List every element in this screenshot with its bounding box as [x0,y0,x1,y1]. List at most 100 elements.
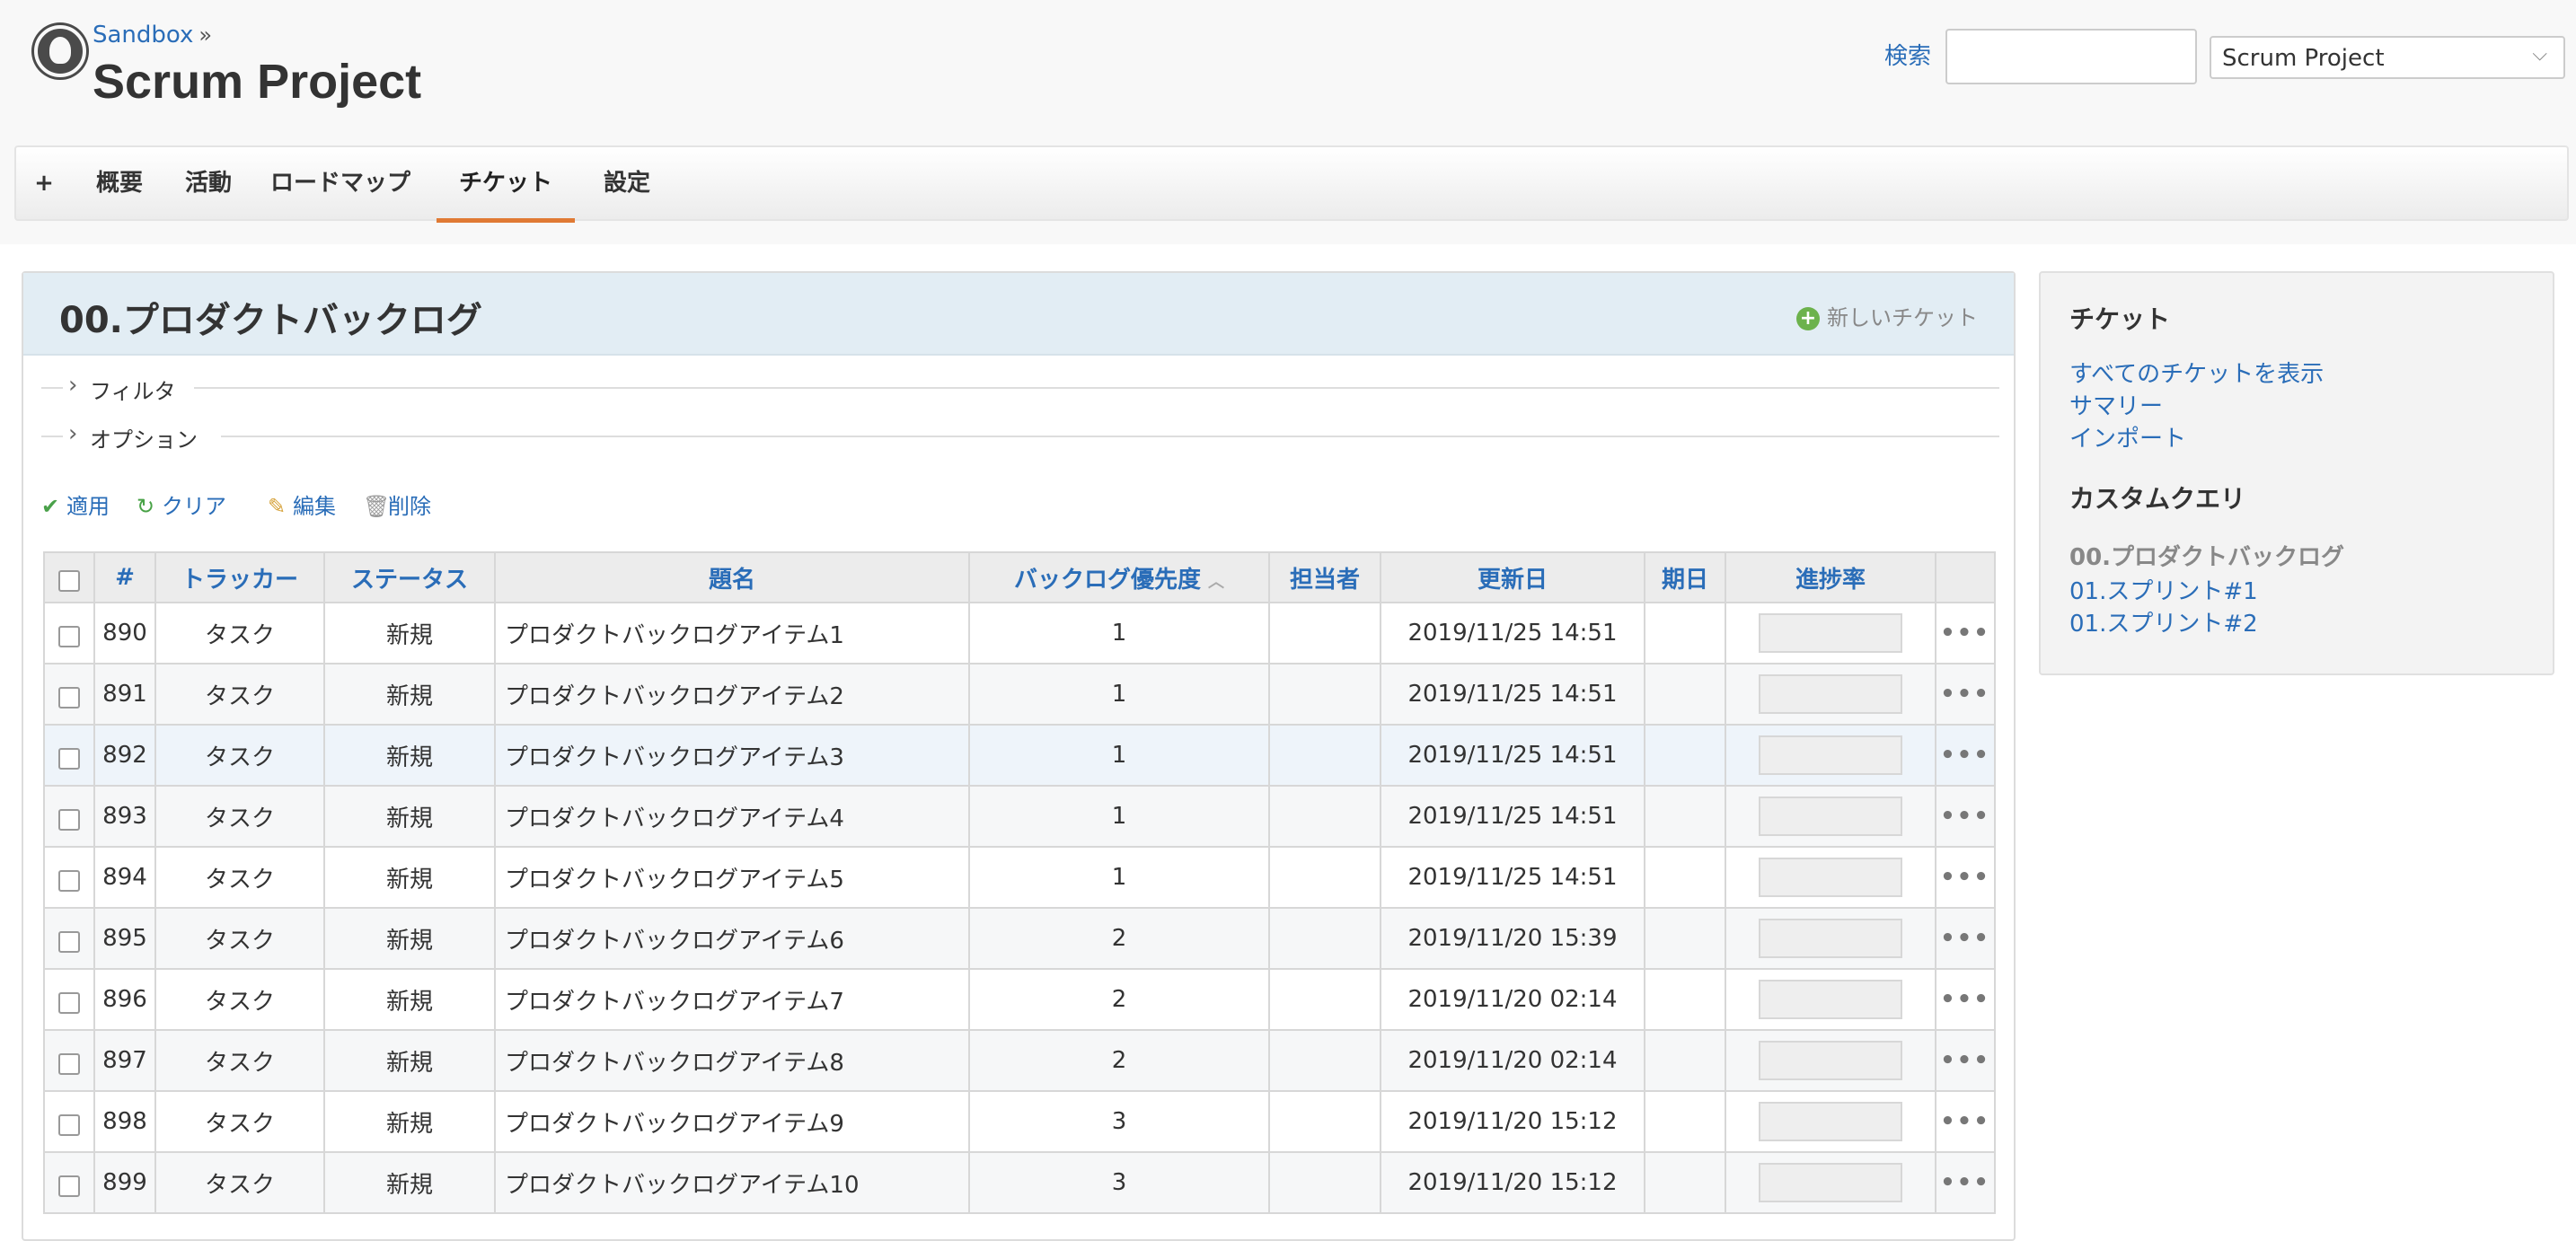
view-all-issues-link[interactable]: すべてのチケットを表示 [2069,356,2324,389]
issue-subject[interactable]: プロダクトバックログアイテム4 [494,785,970,848]
row-actions-cell[interactable]: ••• [1935,1029,1996,1092]
more-actions-icon[interactable]: ••• [1940,681,1990,708]
issue-subject[interactable]: プロダクトバックログアイテム7 [494,968,970,1031]
more-actions-icon[interactable]: ••• [1940,803,1990,830]
row-checkbox[interactable] [58,626,80,647]
issue-id[interactable]: 895 [93,907,156,970]
issue-subject[interactable]: プロダクトバックログアイテム10 [494,1151,970,1214]
row-checkbox[interactable] [58,1114,80,1136]
row-checkbox-cell[interactable] [43,785,95,848]
tab-overview[interactable]: 概要 [79,147,160,223]
issue-id[interactable]: 899 [93,1151,156,1214]
column-header-status[interactable]: ステータス [323,551,496,603]
more-actions-icon[interactable]: ••• [1940,1169,1990,1196]
row-actions-cell[interactable]: ••• [1935,1151,1996,1214]
sprint-2-query-link[interactable]: 01.スプリント#2 [2069,605,2258,638]
more-actions-icon[interactable]: ••• [1940,1108,1990,1135]
column-header-subject[interactable]: 題名 [494,551,970,603]
tab-issues[interactable]: チケット [437,147,575,223]
table-row[interactable]: 891 タスク 新規 プロダクトバックログアイテム2 1 2019/11/25 14:51… [43,663,1996,726]
row-actions-cell[interactable]: ••• [1935,846,1996,909]
new-issue-link[interactable]: + 新しいチケット [1796,300,1978,331]
row-checkbox-cell[interactable] [43,602,95,665]
import-link[interactable]: インポート [2069,420,2186,453]
table-row[interactable]: 893 タスク 新規 プロダクトバックログアイテム4 1 2019/11/25 14:51… [43,785,1996,848]
more-actions-icon[interactable]: ••• [1940,620,1990,647]
row-checkbox[interactable] [58,992,80,1014]
row-checkbox[interactable] [58,870,80,892]
row-checkbox[interactable] [58,1175,80,1197]
row-checkbox-cell[interactable] [43,846,95,909]
row-checkbox[interactable] [58,1053,80,1075]
more-actions-icon[interactable]: ••• [1940,1047,1990,1074]
clear-button[interactable]: ↻ クリア [137,488,226,520]
row-checkbox-cell[interactable] [43,1090,95,1153]
row-checkbox-cell[interactable] [43,1151,95,1214]
options-fieldset-toggle[interactable]: › オプション [41,420,1999,453]
issue-subject[interactable]: プロダクトバックログアイテム1 [494,602,970,665]
row-checkbox-cell[interactable] [43,724,95,787]
issue-id[interactable]: 896 [93,968,156,1031]
issue-subject[interactable]: プロダクトバックログアイテム6 [494,907,970,970]
issue-subject[interactable]: プロダクトバックログアイテム5 [494,846,970,909]
row-checkbox[interactable] [58,809,80,831]
issue-id[interactable]: 894 [93,846,156,909]
issue-id[interactable]: 891 [93,663,156,726]
row-actions-cell[interactable]: ••• [1935,602,1996,665]
tab-roadmap[interactable]: ロードマップ [257,147,424,223]
new-object-button[interactable]: + [29,147,59,223]
issue-id[interactable]: 890 [93,602,156,665]
more-actions-icon[interactable]: ••• [1940,864,1990,891]
search-link[interactable]: 検索 [1884,38,1931,71]
column-header-backlog-priority[interactable]: バックログ優先度 ︿ [968,551,1270,603]
row-actions-cell[interactable]: ••• [1935,663,1996,726]
table-row[interactable]: 894 タスク 新規 プロダクトバックログアイテム5 1 2019/11/25 14:51… [43,846,1996,909]
issue-id[interactable]: 893 [93,785,156,848]
row-checkbox[interactable] [58,931,80,953]
issue-subject[interactable]: プロダクトバックログアイテム9 [494,1090,970,1153]
table-row[interactable]: 898 タスク 新規 プロダクトバックログアイテム9 3 2019/11/20 15:12… [43,1090,1996,1153]
sprint-1-query-link[interactable]: 01.スプリント#1 [2069,573,2258,606]
more-actions-icon[interactable]: ••• [1940,742,1990,769]
row-actions-cell[interactable]: ••• [1935,907,1996,970]
table-row[interactable]: 895 タスク 新規 プロダクトバックログアイテム6 2 2019/11/20 15:39… [43,907,1996,970]
table-row[interactable]: 897 タスク 新規 プロダクトバックログアイテム8 2 2019/11/20 02:14… [43,1029,1996,1092]
row-actions-cell[interactable]: ••• [1935,1090,1996,1153]
apply-button[interactable]: ✔ 適用 [41,488,110,520]
filter-fieldset-toggle[interactable]: › フィルタ [41,372,1999,404]
select-all-checkbox-cell[interactable] [43,551,95,603]
row-checkbox-cell[interactable] [43,663,95,726]
issue-id[interactable]: 897 [93,1029,156,1092]
row-actions-cell[interactable]: ••• [1935,785,1996,848]
column-header-done-ratio[interactable]: 進捗率 [1725,551,1936,603]
issue-id[interactable]: 892 [93,724,156,787]
tab-settings[interactable]: 設定 [589,147,665,223]
delete-query-button[interactable]: 🗑削除 [363,488,431,520]
row-checkbox-cell[interactable] [43,968,95,1031]
more-actions-icon[interactable]: ••• [1940,925,1990,952]
project-jump-select[interactable]: Scrum Project ⌵ [2210,36,2565,79]
summary-link[interactable]: サマリー [2069,388,2163,421]
select-all-checkbox[interactable] [58,570,80,592]
column-header-id[interactable]: # [93,551,156,603]
row-checkbox[interactable] [58,748,80,770]
search-input[interactable] [1945,29,2197,84]
row-actions-cell[interactable]: ••• [1935,724,1996,787]
edit-query-button[interactable]: ✎ 編集 [268,488,336,520]
column-header-assignee[interactable]: 担当者 [1268,551,1381,603]
column-header-tracker[interactable]: トラッカー [154,551,325,603]
issue-subject[interactable]: プロダクトバックログアイテム3 [494,724,970,787]
more-actions-icon[interactable]: ••• [1940,986,1990,1013]
column-header-updated[interactable]: 更新日 [1380,551,1645,603]
row-actions-cell[interactable]: ••• [1935,968,1996,1031]
column-header-due-date[interactable]: 期日 [1644,551,1726,603]
table-row[interactable]: 892 タスク 新規 プロダクトバックログアイテム3 1 2019/11/25 14:51… [43,724,1996,787]
table-row[interactable]: 896 タスク 新規 プロダクトバックログアイテム7 2 2019/11/20 02:14… [43,968,1996,1031]
issue-id[interactable]: 898 [93,1090,156,1153]
row-checkbox-cell[interactable] [43,907,95,970]
row-checkbox[interactable] [58,687,80,709]
row-checkbox-cell[interactable] [43,1029,95,1092]
table-row[interactable]: 899 タスク 新規 プロダクトバックログアイテム10 3 2019/11/20 15:1… [43,1151,1996,1214]
tab-activity[interactable]: 活動 [171,147,246,223]
issue-subject[interactable]: プロダクトバックログアイテム2 [494,663,970,726]
